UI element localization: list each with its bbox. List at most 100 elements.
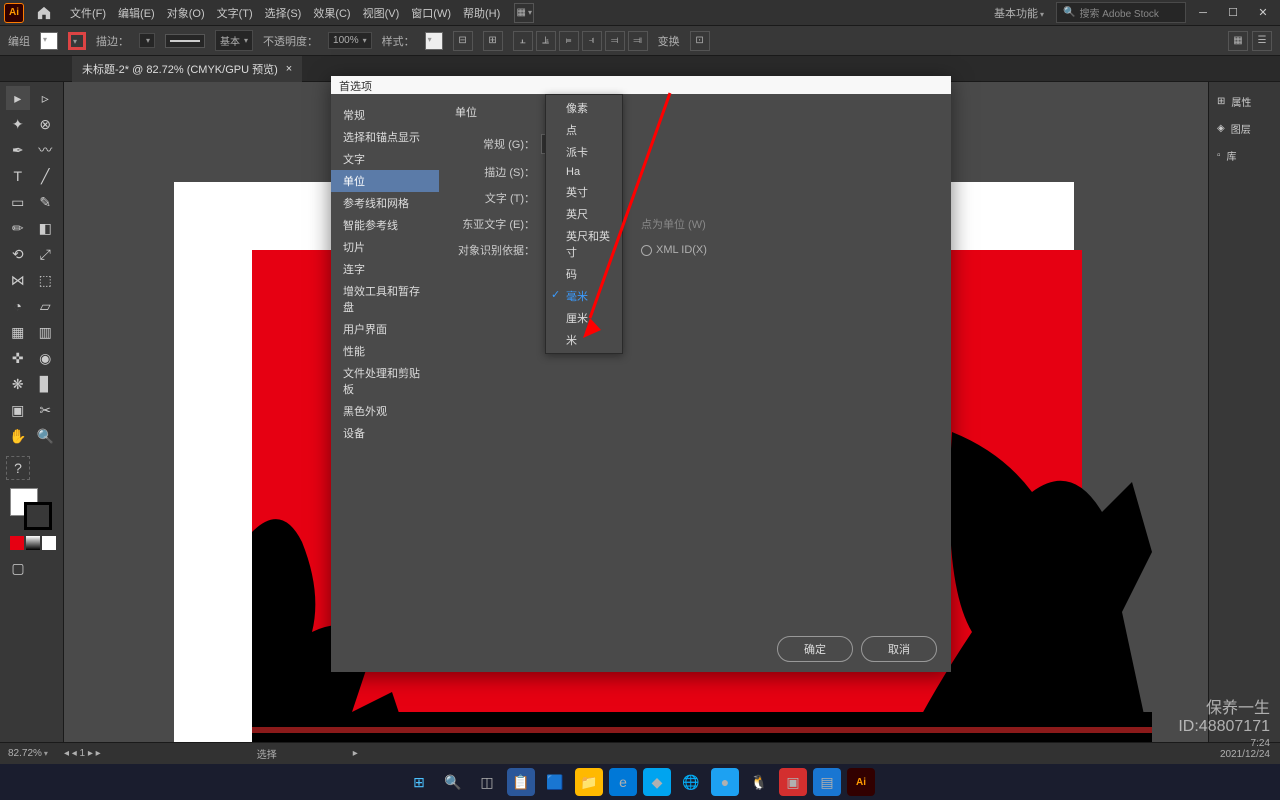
start-button[interactable]: ⊞ — [405, 768, 433, 796]
align-top-icon[interactable]: ⫣ — [582, 31, 602, 51]
sidebar-item-guides[interactable]: 参考线和网格 — [331, 192, 439, 214]
cancel-button[interactable]: 取消 — [861, 636, 937, 662]
search-input[interactable]: 🔍 搜索 Adobe Stock — [1056, 2, 1186, 23]
sidebar-item-selection[interactable]: 选择和锚点显示 — [331, 126, 439, 148]
eraser-tool[interactable]: ◧ — [34, 216, 58, 240]
close-tab-icon[interactable]: × — [286, 63, 292, 75]
sidebar-item-performance[interactable]: 性能 — [331, 340, 439, 362]
dropdown-option-feet[interactable]: 英尺 — [546, 203, 622, 225]
mesh-tool[interactable]: ▦ — [6, 320, 30, 344]
rectangle-tool[interactable]: ▭ — [6, 190, 30, 214]
dropdown-option-picas[interactable]: 派卡 — [546, 141, 622, 163]
rotate-tool[interactable]: ⟲ — [6, 242, 30, 266]
eyedropper-tool[interactable]: ✜ — [6, 346, 30, 370]
sidebar-item-black[interactable]: 黑色外观 — [331, 400, 439, 422]
taskbar-app-2[interactable]: 🟦 — [541, 768, 569, 796]
align-right-icon[interactable]: ⫢ — [559, 31, 579, 51]
color-picker[interactable] — [10, 488, 54, 532]
opacity-value[interactable]: 100% — [328, 32, 372, 49]
slice-tool[interactable]: ✂ — [34, 398, 58, 422]
magic-wand-tool[interactable]: ✦ — [6, 112, 30, 136]
stroke-color[interactable] — [24, 502, 52, 530]
document-tab[interactable]: 未标题-2* @ 82.72% (CMYK/GPU 预览) × — [72, 56, 302, 82]
task-view-icon[interactable]: ◫ — [473, 768, 501, 796]
edit-toolbar[interactable]: ? — [6, 456, 30, 480]
menu-window[interactable]: 窗口(W) — [405, 1, 457, 25]
sidebar-item-units[interactable]: 单位 — [331, 170, 439, 192]
file-explorer-icon[interactable]: 📁 — [575, 768, 603, 796]
scale-tool[interactable]: ⤢ — [34, 242, 58, 266]
maximize-button[interactable]: ☐ — [1220, 4, 1246, 22]
layers-panel-button[interactable]: ◈图层 — [1213, 117, 1276, 140]
zoom-tool[interactable]: 🔍 — [34, 424, 58, 448]
line-tool[interactable]: ╱ — [34, 164, 58, 188]
shape-builder-tool[interactable]: ◔ — [6, 294, 30, 318]
color-mode-fill[interactable] — [10, 536, 24, 550]
dropdown-option-inches[interactable]: 英寸 — [546, 181, 622, 203]
sidebar-item-plugins[interactable]: 增效工具和暂存盘 — [331, 280, 439, 318]
menu-file[interactable]: 文件(F) — [64, 1, 112, 25]
stroke-swatch[interactable] — [68, 32, 86, 50]
minimize-button[interactable]: ─ — [1190, 4, 1216, 22]
stroke-weight[interactable] — [139, 33, 155, 48]
edge-icon[interactable]: e — [609, 768, 637, 796]
taskbar-app-4[interactable]: ● — [711, 768, 739, 796]
menu-effect[interactable]: 效果(C) — [307, 1, 356, 25]
direct-selection-tool[interactable]: ▹ — [34, 86, 58, 110]
symbol-sprayer-tool[interactable]: ❋ — [6, 372, 30, 396]
dropdown-option-pixels[interactable]: 像素 — [546, 97, 622, 119]
sidebar-item-ui[interactable]: 用户界面 — [331, 318, 439, 340]
taskbar-app-5[interactable]: ▣ — [779, 768, 807, 796]
align-vcenter-icon[interactable]: ⫤ — [605, 31, 625, 51]
menu-edit[interactable]: 编辑(E) — [112, 1, 161, 25]
dropdown-option-mm[interactable]: 毫米 — [546, 285, 622, 307]
free-transform-tool[interactable]: ⬚ — [34, 268, 58, 292]
panel-icon-1[interactable]: ▦ — [1228, 31, 1248, 51]
width-tool[interactable]: ⋈ — [6, 268, 30, 292]
sidebar-item-smart-guides[interactable]: 智能参考线 — [331, 214, 439, 236]
dropdown-option-points[interactable]: 点 — [546, 119, 622, 141]
fill-swatch[interactable] — [40, 32, 58, 50]
menu-help[interactable]: 帮助(H) — [457, 1, 506, 25]
hand-tool[interactable]: ✋ — [6, 424, 30, 448]
libraries-panel-button[interactable]: ▫库 — [1213, 144, 1276, 167]
home-icon[interactable] — [32, 1, 56, 25]
menu-select[interactable]: 选择(S) — [259, 1, 308, 25]
align-icon-1[interactable]: ⊟ — [453, 31, 473, 51]
color-mode-none[interactable] — [42, 536, 56, 550]
color-mode-gradient[interactable] — [26, 536, 40, 550]
artboard-tool[interactable]: ▣ — [6, 398, 30, 422]
sidebar-item-type[interactable]: 文字 — [331, 148, 439, 170]
zoom-level[interactable]: 82.72% — [8, 748, 48, 759]
gradient-tool[interactable]: ▥ — [34, 320, 58, 344]
align-bottom-icon[interactable]: ⫥ — [628, 31, 648, 51]
xml-id-radio[interactable] — [641, 245, 652, 256]
taskbar-app-3[interactable]: ◆ — [643, 768, 671, 796]
perspective-tool[interactable]: ▱ — [34, 294, 58, 318]
nav-play[interactable]: ▸ — [353, 748, 358, 759]
blend-tool[interactable]: ◉ — [34, 346, 58, 370]
graphic-style[interactable] — [425, 32, 443, 50]
paintbrush-tool[interactable]: ✎ — [34, 190, 58, 214]
workspace-switcher[interactable]: 基本功能 — [986, 2, 1052, 24]
sidebar-item-general[interactable]: 常规 — [331, 104, 439, 126]
dropdown-option-m[interactable]: 米 — [546, 329, 622, 351]
selection-tool[interactable]: ▸ — [6, 86, 30, 110]
dropdown-option-feet-inches[interactable]: 英尺和英寸 — [546, 225, 622, 263]
stroke-style-select[interactable]: 基本 — [215, 30, 253, 51]
search-taskbar-icon[interactable]: 🔍 — [439, 768, 467, 796]
dropdown-option-cm[interactable]: 厘米 — [546, 307, 622, 329]
ok-button[interactable]: 确定 — [777, 636, 853, 662]
shaper-tool[interactable]: ✏ — [6, 216, 30, 240]
screen-mode[interactable]: ▢ — [6, 556, 30, 580]
panel-icon-2[interactable]: ☰ — [1252, 31, 1272, 51]
illustrator-taskbar-icon[interactable]: Ai — [847, 768, 875, 796]
align-left-icon[interactable]: ⫠ — [513, 31, 533, 51]
pen-tool[interactable]: ✒ — [6, 138, 30, 162]
curvature-tool[interactable]: 〰 — [34, 138, 58, 162]
taskbar-app-1[interactable]: 📋 — [507, 768, 535, 796]
transform-label[interactable]: 变换 — [658, 33, 680, 49]
menu-type[interactable]: 文字(T) — [211, 1, 259, 25]
chrome-icon[interactable]: 🌐 — [677, 768, 705, 796]
menu-object[interactable]: 对象(O) — [161, 1, 211, 25]
